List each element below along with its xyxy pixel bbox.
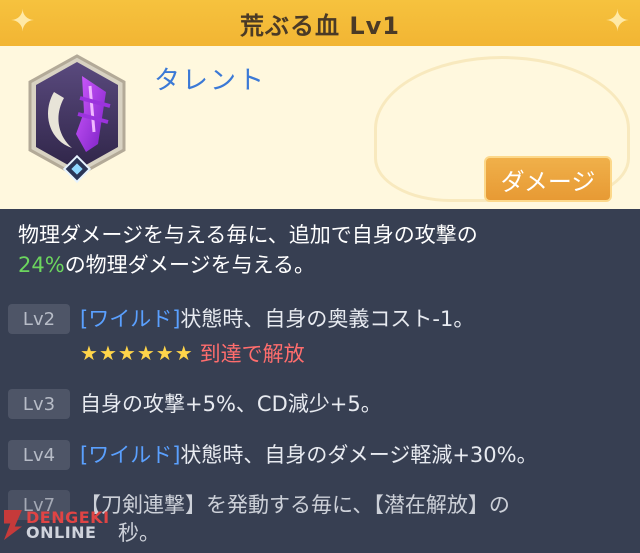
sparkle-decoration-right: ✦ (604, 4, 630, 39)
star-icon: ★ (117, 341, 136, 365)
description-line-1: 物理ダメージを与える毎に、追加で自身の攻撃の (18, 223, 478, 247)
level-effect-text-2: 秒。 (118, 521, 160, 545)
star-icon: ★ (136, 341, 155, 365)
watermark-line-2: ONLINE (26, 523, 97, 542)
skill-title: 荒ぶる血 Lv1 (240, 11, 400, 40)
level-effect-text: [ワイルド]状態時、自身の奥義コスト-1。 (80, 304, 474, 334)
unlock-condition: 到達で解放 (199, 342, 305, 366)
star-requirement: ★ ★ ★ ★ ★ ★ 到達で解放 (80, 338, 305, 368)
description-line-2-text: の物理ダメージを与える。 (64, 253, 316, 277)
description-line-2: 24%の物理ダメージを与える。 (18, 250, 622, 280)
keyword-wild[interactable]: [ワイルド] (80, 307, 180, 331)
skill-type-label: タレント (154, 66, 267, 96)
damage-percent: 24% (18, 253, 65, 277)
keyword-wild[interactable]: [ワイルド] (80, 443, 180, 467)
star-icon: ★ (80, 341, 98, 365)
star-icon: ★ (155, 341, 174, 365)
level-effect-text: 【刀剣連撃】を発動する毎に、【潜在解放】の (80, 493, 510, 517)
level-effect-text: [ワイルド]状態時、自身のダメージ軽減+30%。 (80, 440, 538, 470)
sparkle-decoration-left: ✦ (10, 4, 36, 39)
claw-slash-icon (28, 54, 126, 184)
star-icon: ★ (98, 341, 117, 365)
star-icon: ★ (174, 341, 193, 365)
category-tag: ダメージ (484, 156, 612, 202)
level-badge: Lv2 (8, 304, 70, 334)
skill-description: 物理ダメージを与える毎に、追加で自身の攻撃の 24%の物理ダメージを与える。 (18, 220, 622, 280)
dengeki-logo-icon (4, 510, 22, 540)
title-bar: ✦ 荒ぶる血 Lv1 ✦ (0, 0, 640, 46)
level-badge: Lv3 (8, 389, 70, 419)
level-effect-body: 状態時、自身のダメージ軽減+30%。 (180, 443, 538, 467)
level-effect-body: 状態時、自身の奥義コスト-1。 (180, 307, 475, 331)
dengeki-online-watermark: DENGEKI ONLINE (4, 510, 110, 542)
level-effect-text: 自身の攻撃+5%、CD減少+5。 (80, 392, 382, 416)
level-badge: Lv4 (8, 440, 70, 470)
